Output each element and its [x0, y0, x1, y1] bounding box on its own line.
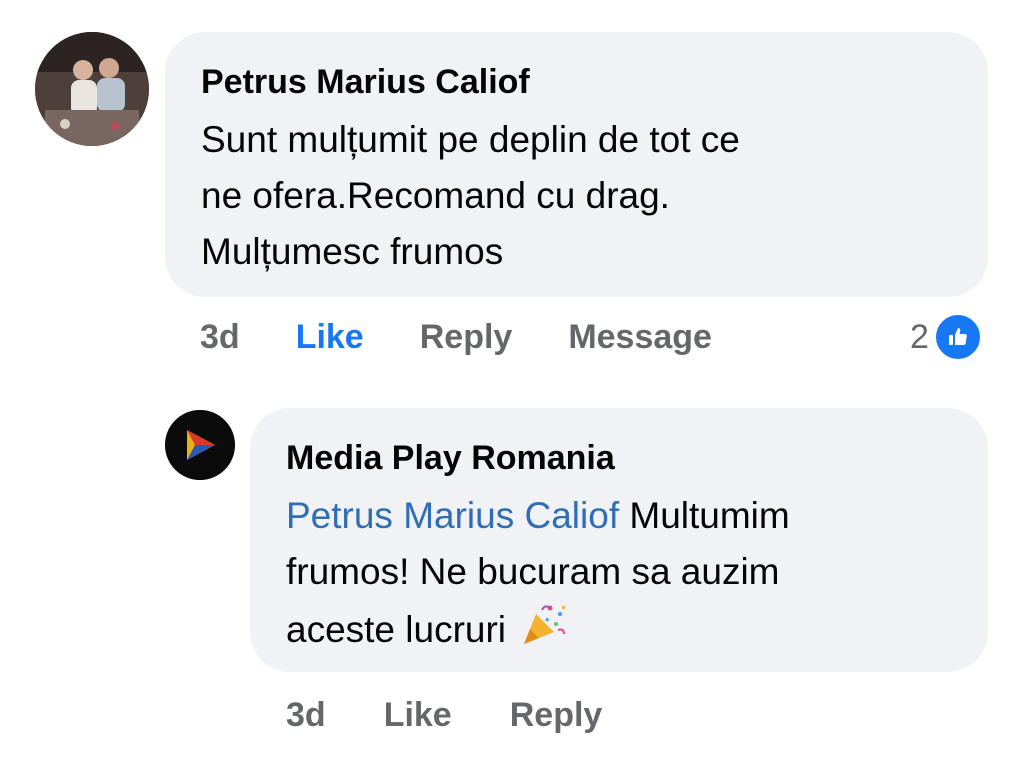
comment-bubble: Petrus Marius Caliof Sunt mulțumit pe de…	[165, 32, 988, 297]
comment-line: ne ofera.Recomand cu drag.	[201, 175, 670, 216]
commenter-avatar[interactable]	[35, 32, 149, 146]
reply-line: frumos! Ne bucuram sa auzim	[286, 551, 780, 592]
reply-author-name[interactable]: Media Play Romania	[286, 434, 952, 482]
reply-line: aceste lucruri	[286, 600, 952, 664]
reply-button[interactable]: Reply	[510, 696, 603, 735]
reply-timestamp[interactable]: 3d	[286, 696, 326, 735]
party-popper-icon	[520, 600, 568, 664]
comment-timestamp[interactable]: 3d	[200, 318, 240, 357]
page-avatar-logo[interactable]	[165, 410, 235, 480]
reply-text: Petrus Marius Caliof Multumim frumos! Ne…	[286, 488, 952, 664]
comment-author-name[interactable]: Petrus Marius Caliof	[201, 58, 952, 106]
play-logo-icon	[165, 410, 235, 480]
reply-line-text: aceste lucruri	[286, 608, 517, 650]
mention-link[interactable]: Petrus Marius Caliof	[286, 495, 619, 536]
profile-photo	[35, 32, 149, 146]
comment-line: Sunt mulțumit pe deplin de tot ce	[201, 119, 740, 160]
reaction-summary[interactable]: 2	[910, 312, 983, 362]
like-button[interactable]: Like	[384, 696, 452, 735]
reply-actions: 3d Like Reply	[286, 696, 660, 735]
reply-bubble: Media Play Romania Petrus Marius Caliof …	[250, 408, 988, 672]
reply-line: Petrus Marius Caliof Multumim	[286, 488, 952, 544]
reply-line-text: Multumim	[619, 495, 790, 536]
reply-button[interactable]: Reply	[420, 318, 513, 357]
reaction-count: 2	[910, 317, 929, 356]
comment-text: Sunt mulțumit pe deplin de tot ce ne ofe…	[201, 112, 952, 280]
message-button[interactable]: Message	[568, 318, 712, 357]
comment-actions: 3d Like Reply Message	[200, 318, 768, 357]
like-button[interactable]: Like	[296, 318, 364, 357]
comment-line: Mulțumesc frumos	[201, 231, 504, 272]
thumbs-up-icon	[932, 312, 983, 362]
